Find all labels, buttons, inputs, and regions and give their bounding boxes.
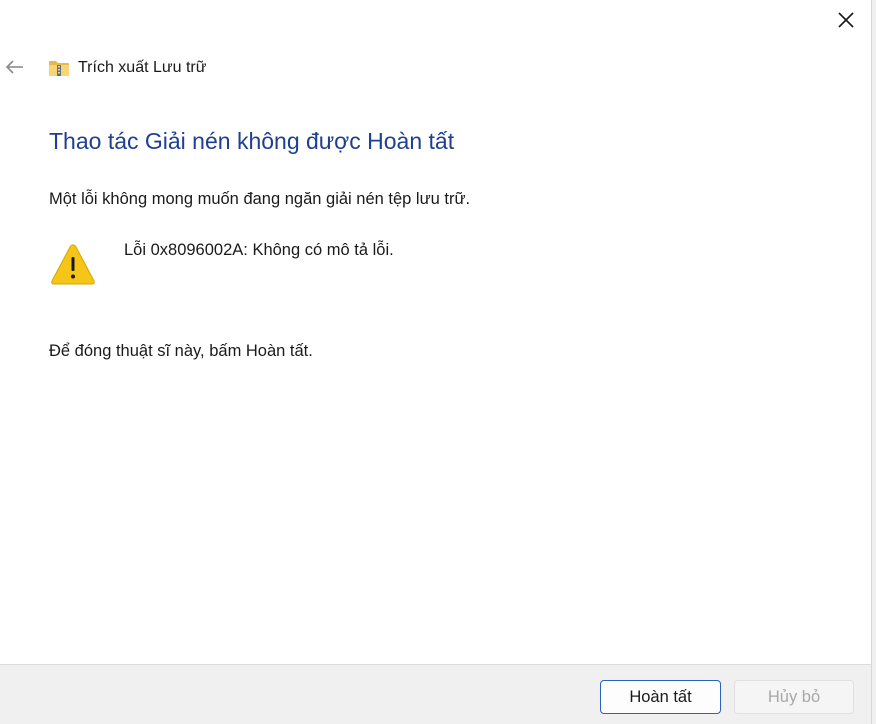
close-button[interactable]	[828, 4, 864, 36]
finish-button[interactable]: Hoàn tất	[600, 680, 721, 714]
wizard-title: Trích xuất Lưu trữ	[78, 59, 207, 76]
page-heading: Thao tác Giải nén không được Hoàn tất	[49, 128, 455, 154]
error-message: Lỗi 0x8096002A: Không có mô tả lỗi.	[124, 241, 394, 259]
back-arrow-icon	[5, 60, 23, 74]
window-edge	[871, 0, 876, 724]
warning-triangle-icon	[51, 244, 95, 285]
close-icon	[838, 12, 854, 28]
intro-text: Một lỗi không mong muốn đang ngăn giải n…	[49, 190, 471, 208]
back-button[interactable]	[2, 54, 28, 80]
zipped-folder-icon	[49, 61, 69, 76]
wizard-header: Trích xuất Lưu trữ	[48, 55, 206, 81]
cancel-button[interactable]: Hủy bỏ	[734, 680, 854, 714]
wizard-footer: Hoàn tất Hủy bỏ	[0, 664, 871, 724]
finish-instruction: Để đóng thuật sĩ này, bấm Hoàn tất.	[49, 342, 313, 360]
extract-wizard-window: Trích xuất Lưu trữ Thao tác Giải nén khô…	[0, 0, 876, 724]
